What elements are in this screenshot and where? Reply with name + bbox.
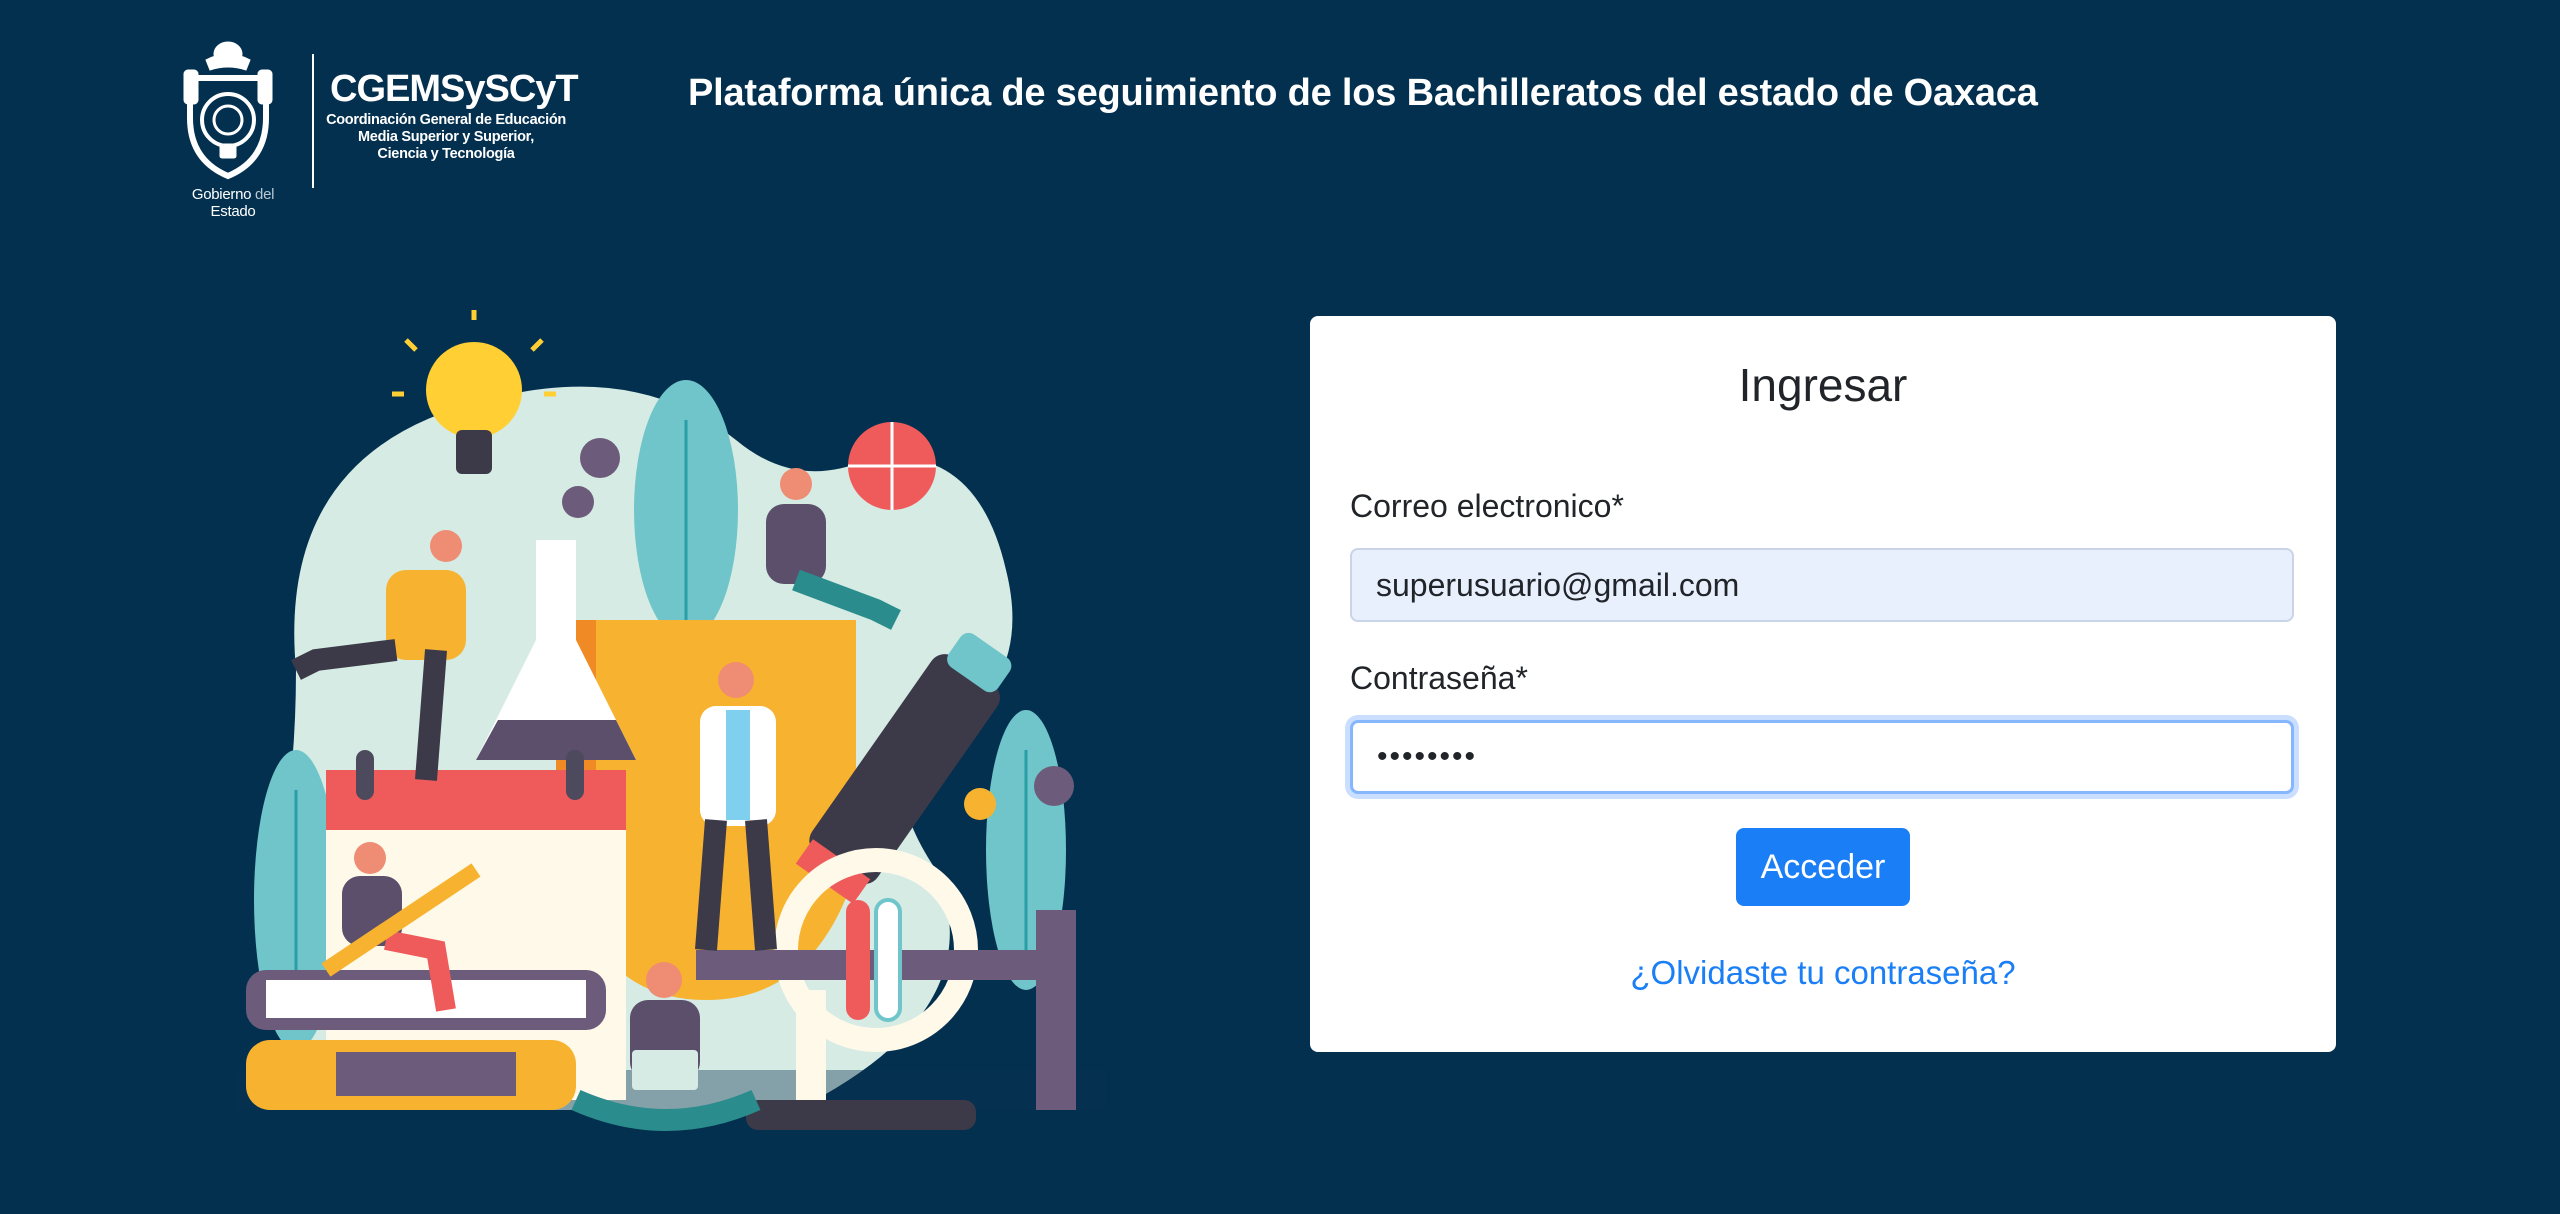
platform-title: Plataforma única de seguimiento de los B… (688, 72, 2038, 114)
email-field[interactable]: superusuario@gmail.com (1350, 548, 2294, 622)
logo-acronym: CGEMSySCyT (330, 68, 579, 110)
logo-description: Coordinación General de Educación Media … (326, 112, 566, 162)
password-value: •••••••• (1377, 740, 1478, 773)
forgot-password-link[interactable]: ¿Olvidaste tu contraseña? (1310, 954, 2336, 992)
state-seal-icon (183, 41, 273, 180)
gobierno-del-estado-text: Gobierno del Estado (191, 186, 275, 220)
submit-button[interactable]: Acceder (1736, 828, 1910, 906)
password-field[interactable]: •••••••• (1350, 720, 2294, 794)
education-illustration (236, 310, 1106, 1131)
email-label: Correo electronico* (1350, 488, 1624, 524)
login-card: Ingresar Correo electronico* superusuari… (1310, 316, 2336, 1052)
password-label: Contraseña* (1350, 660, 1528, 696)
logo-divider (312, 54, 314, 188)
header-logo: Gobierno del Estado CGEMSySCyT Coordinac… (170, 40, 579, 220)
login-title: Ingresar (1738, 359, 1908, 411)
email-value: superusuario@gmail.com (1376, 566, 1740, 603)
